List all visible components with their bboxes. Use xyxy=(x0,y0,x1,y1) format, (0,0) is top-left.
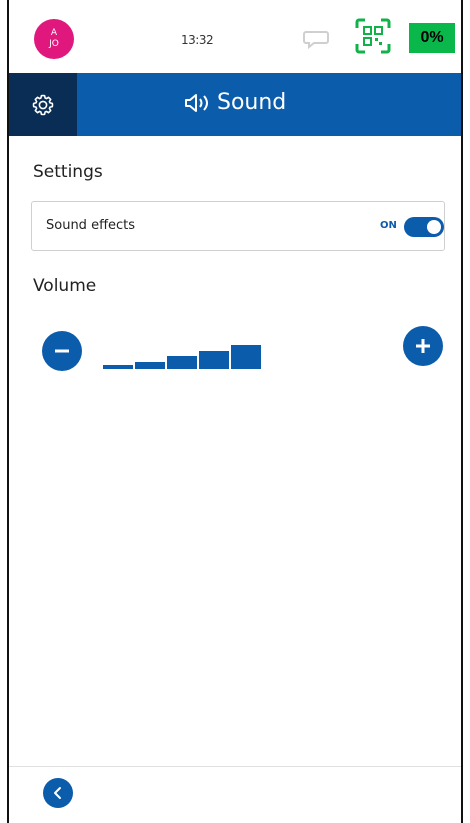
app-frame: A JO 13:32 0% Sound Settings Sound effec… xyxy=(7,0,463,823)
chevron-left-icon xyxy=(54,787,61,799)
clock-time: 13:32 xyxy=(181,33,214,47)
avatar-initial-bottom: JO xyxy=(49,39,59,49)
battery-indicator: 0% xyxy=(409,23,455,53)
back-button[interactable] xyxy=(43,778,73,808)
avatar[interactable]: A JO xyxy=(34,19,74,59)
toggle-state-label: ON xyxy=(380,220,397,231)
footer-divider xyxy=(9,766,461,767)
page-title-group: Sound xyxy=(183,90,286,115)
header-bar: Sound xyxy=(9,73,461,136)
volume-up-button[interactable] xyxy=(403,326,443,366)
volume-bar-1 xyxy=(103,365,133,369)
volume-bar-4 xyxy=(199,351,229,369)
page-title: Sound xyxy=(217,90,287,115)
speaker-icon xyxy=(185,93,208,112)
volume-section-label: Volume xyxy=(33,276,97,296)
settings-tab[interactable] xyxy=(9,73,77,136)
qr-scan-icon[interactable] xyxy=(354,17,392,55)
chat-bubble-icon[interactable] xyxy=(303,28,331,50)
volume-down-button[interactable] xyxy=(42,331,82,371)
sound-effects-row[interactable]: Sound effects ON xyxy=(31,201,445,251)
sound-effects-label: Sound effects xyxy=(46,218,136,233)
plus-icon xyxy=(416,339,430,353)
toggle-knob xyxy=(427,220,441,234)
volume-level-bars[interactable] xyxy=(103,343,273,369)
gear-icon xyxy=(32,94,54,115)
volume-bar-3 xyxy=(167,356,197,369)
volume-bar-2 xyxy=(135,362,165,369)
volume-bar-5 xyxy=(231,345,261,369)
avatar-initial-top: A xyxy=(50,28,58,38)
minus-icon xyxy=(55,349,69,353)
status-bar: A JO 13:32 0% xyxy=(9,0,461,73)
sound-effects-toggle[interactable] xyxy=(404,217,444,237)
settings-section-label: Settings xyxy=(33,162,103,182)
